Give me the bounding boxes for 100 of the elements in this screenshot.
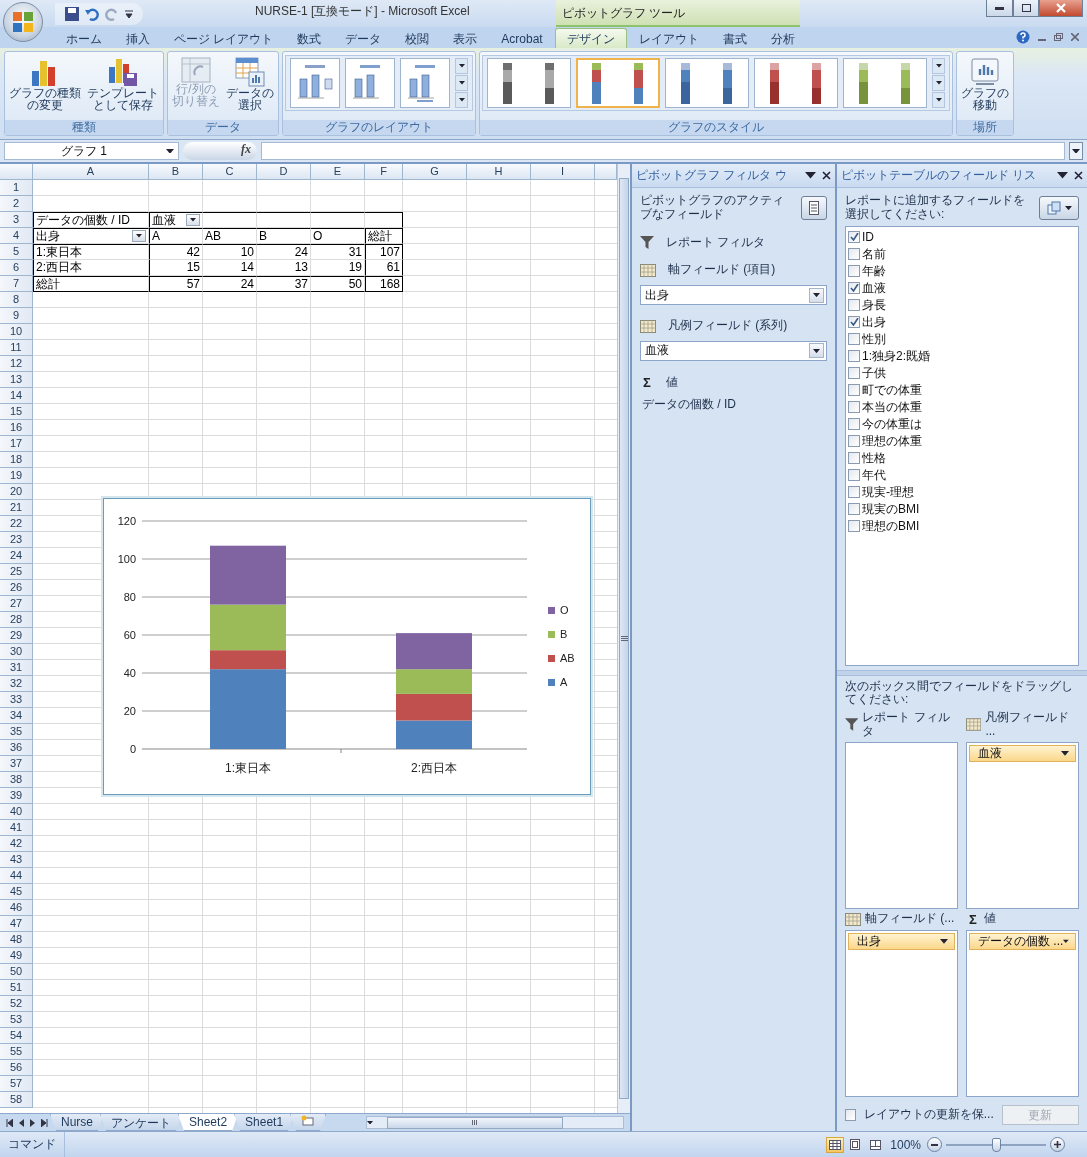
checkbox[interactable] — [848, 418, 860, 431]
field-chip[interactable]: 出身 — [848, 932, 955, 950]
row-header[interactable]: 52 — [0, 996, 33, 1012]
checkbox[interactable] — [848, 384, 860, 397]
field-item[interactable]: 身長 — [848, 296, 1076, 314]
maximize-button[interactable] — [1013, 0, 1039, 17]
horizontal-scrollbar[interactable] — [366, 1116, 624, 1129]
field-dropdown[interactable]: 血液 — [640, 341, 827, 361]
row-header[interactable]: 11 — [0, 340, 33, 356]
checkbox[interactable] — [848, 435, 860, 448]
row-header[interactable]: 44 — [0, 868, 33, 884]
row-header[interactable]: 1 — [0, 180, 33, 196]
ribbon-tab[interactable]: 数式 — [285, 28, 334, 48]
row-header[interactable]: 57 — [0, 1076, 33, 1092]
ribbon-tab[interactable]: 書式 — [710, 28, 759, 48]
zoom-out-button[interactable] — [927, 1137, 942, 1152]
chart-style-option[interactable] — [665, 58, 749, 108]
ribbon-tab[interactable]: ホーム — [54, 28, 114, 48]
sheet-tab[interactable]: Nurse — [50, 1114, 104, 1131]
undo-icon[interactable] — [85, 6, 99, 21]
minimize-button[interactable] — [986, 0, 1013, 17]
checkbox[interactable] — [848, 231, 860, 244]
checkbox[interactable] — [848, 350, 860, 363]
checkbox[interactable] — [848, 401, 860, 414]
checkbox[interactable] — [848, 282, 860, 295]
row-header[interactable]: 43 — [0, 852, 33, 868]
filter-dropdown-button[interactable] — [132, 230, 146, 242]
chart-style-option[interactable] — [487, 58, 571, 108]
row-header[interactable]: 26 — [0, 580, 33, 596]
row-header[interactable]: 18 — [0, 452, 33, 468]
chart-style-option[interactable] — [754, 58, 838, 108]
row-header[interactable]: 13 — [0, 372, 33, 388]
row-header[interactable]: 17 — [0, 436, 33, 452]
row-header[interactable]: 3 — [0, 212, 33, 228]
close-icon[interactable] — [822, 171, 831, 180]
row-header[interactable]: 39 — [0, 788, 33, 804]
row-header[interactable]: 9 — [0, 308, 33, 324]
ribbon-tab[interactable]: 挿入 — [114, 28, 162, 48]
row-header[interactable]: 30 — [0, 644, 33, 660]
column-header[interactable]: A — [33, 164, 149, 180]
close-icon[interactable] — [1074, 171, 1083, 180]
insert-function-button[interactable]: fx — [183, 142, 257, 160]
row-header[interactable]: 15 — [0, 404, 33, 420]
row-header[interactable]: 53 — [0, 1012, 33, 1028]
field-item[interactable]: 名前 — [848, 245, 1076, 263]
row-header[interactable]: 29 — [0, 628, 33, 644]
field-chip[interactable]: 血液 — [969, 744, 1076, 762]
column-header[interactable]: G — [403, 164, 467, 180]
ribbon-button[interactable]: グラフの種類 の変更 — [7, 55, 83, 113]
field-item[interactable]: 今の体重は — [848, 415, 1076, 433]
row-header[interactable]: 21 — [0, 500, 33, 516]
ribbon-tab[interactable]: データ — [333, 28, 394, 48]
field-item[interactable]: 性別 — [848, 330, 1076, 348]
ribbon-tab[interactable]: 分析 — [758, 28, 807, 48]
filter-dropdown-button[interactable] — [186, 214, 200, 226]
row-header[interactable]: 16 — [0, 420, 33, 436]
row-header[interactable]: 12 — [0, 356, 33, 372]
row-header[interactable]: 23 — [0, 532, 33, 548]
close-button[interactable] — [1039, 0, 1083, 17]
last-sheet-icon[interactable] — [41, 1118, 48, 1127]
row-header[interactable]: 25 — [0, 564, 33, 580]
row-header[interactable]: 46 — [0, 900, 33, 916]
field-item[interactable]: 年代 — [848, 466, 1076, 484]
chart-style-option[interactable] — [843, 58, 927, 108]
vertical-scrollbar[interactable] — [617, 164, 630, 1113]
row-header[interactable]: 55 — [0, 1044, 33, 1060]
checkbox[interactable] — [845, 1109, 856, 1121]
row-header[interactable]: 7 — [0, 276, 33, 292]
row-header[interactable]: 51 — [0, 980, 33, 996]
checkbox[interactable] — [848, 248, 860, 261]
ribbon-tab[interactable]: Acrobat — [489, 28, 555, 48]
view-button[interactable] — [826, 1136, 845, 1153]
scroll-up-button[interactable] — [455, 58, 468, 74]
row-header[interactable]: 4 — [0, 228, 33, 244]
row-header[interactable]: 50 — [0, 964, 33, 980]
checkbox[interactable] — [848, 367, 860, 380]
name-box[interactable]: グラフ 1 — [4, 142, 179, 160]
row-header[interactable]: 38 — [0, 772, 33, 788]
checkbox[interactable] — [848, 299, 860, 312]
checkbox[interactable] — [848, 333, 860, 346]
field-dropdown[interactable]: 出身 — [640, 285, 827, 306]
field-item[interactable]: ID — [848, 228, 1076, 246]
checkbox[interactable] — [848, 503, 860, 516]
first-sheet-icon[interactable] — [6, 1118, 13, 1127]
row-header[interactable]: 32 — [0, 676, 33, 692]
ribbon-tab[interactable]: ページ レイアウト — [162, 28, 286, 48]
row-header[interactable]: 37 — [0, 756, 33, 772]
row-header[interactable]: 48 — [0, 932, 33, 948]
row-header[interactable]: 47 — [0, 916, 33, 932]
field-item[interactable]: 子供 — [848, 364, 1076, 382]
row-header[interactable]: 6 — [0, 260, 33, 276]
zoom-in-button[interactable] — [1050, 1137, 1065, 1152]
field-item[interactable]: 現実のBMI — [848, 500, 1076, 518]
column-header[interactable]: B — [149, 164, 203, 180]
checkbox[interactable] — [848, 469, 860, 482]
row-header[interactable]: 24 — [0, 548, 33, 564]
ribbon-tab[interactable]: レイアウト — [626, 28, 711, 48]
field-item[interactable]: 町での体重 — [848, 381, 1076, 399]
help-icon[interactable] — [1016, 30, 1030, 44]
column-header[interactable]: H — [467, 164, 531, 180]
